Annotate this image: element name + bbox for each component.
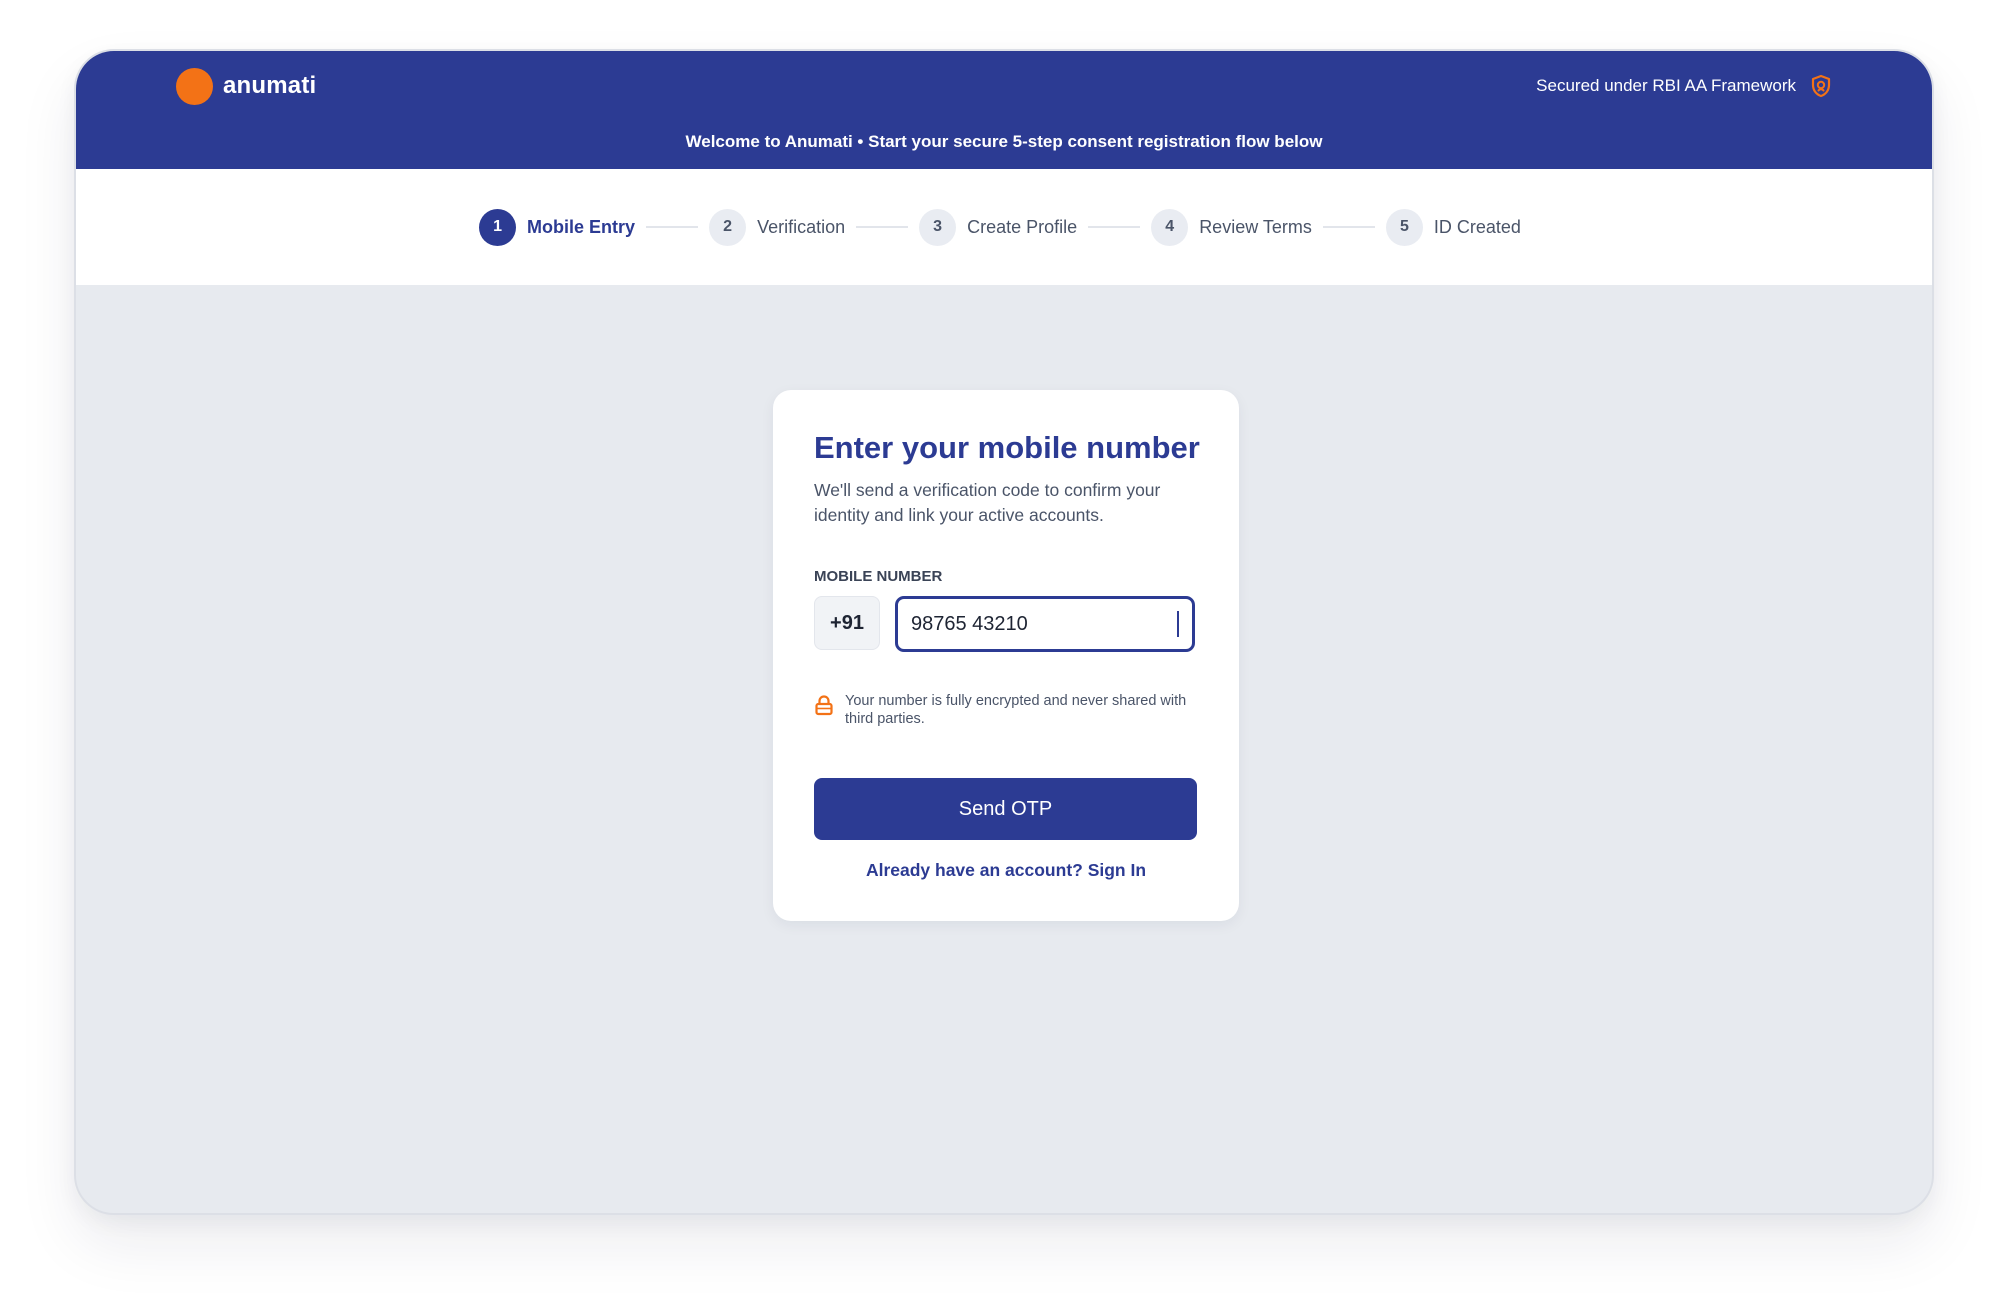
header-bar: anumati Secured under RBI AA Framework W… (76, 51, 1932, 169)
welcome-banner: Welcome to Anumati • Start your secure 5… (685, 132, 1323, 151)
security-badge: Secured under RBI AA Framework (1536, 71, 1832, 101)
lock-icon (815, 695, 833, 716)
step-number: 3 (919, 208, 957, 246)
step-number: 4 (1151, 208, 1189, 246)
step-connector (1088, 226, 1141, 228)
card-subtitle: We'll send a verification code to confir… (814, 480, 1161, 525)
card-title: Enter your mobile number (814, 430, 1200, 465)
step-create-profile: 3 Create Profile (919, 208, 1078, 246)
mobile-number-value: 98765 43210 (911, 612, 1028, 635)
step-id-created: 5 ID Created (1385, 208, 1521, 246)
step-verification: 2 Verification (709, 208, 846, 246)
step-label: Review Terms (1199, 216, 1312, 237)
text-caret (1177, 611, 1179, 637)
brand[interactable]: anumati (176, 67, 316, 105)
encryption-note-text: Your number is fully encrypted and never… (845, 693, 1187, 727)
security-text: Secured under RBI AA Framework (1536, 76, 1796, 95)
step-number: 2 (709, 208, 747, 246)
stepper: 1 Mobile Entry 2 Verification 3 Create P… (76, 169, 1928, 285)
sign-in-link[interactable]: Already have an account? Sign In (773, 860, 1239, 881)
brand-name: anumati (223, 72, 317, 99)
mobile-entry-card: Enter your mobile number We'll send a ve… (773, 390, 1239, 921)
step-number: 1 (479, 208, 517, 246)
mobile-number-label: MOBILE NUMBER (814, 568, 943, 585)
step-review-terms: 4 Review Terms (1151, 208, 1312, 246)
step-mobile-entry: 1 Mobile Entry (479, 208, 636, 246)
step-number: 5 (1385, 208, 1423, 246)
step-label: Create Profile (967, 216, 1078, 237)
step-connector (1322, 226, 1375, 228)
step-label: Verification (757, 216, 846, 237)
mobile-number-input[interactable]: 98765 43210 (895, 596, 1195, 652)
stepper-bar: 1 Mobile Entry 2 Verification 3 Create P… (76, 169, 1932, 285)
send-otp-button[interactable]: Send OTP (814, 778, 1197, 840)
step-label: ID Created (1433, 216, 1521, 237)
encryption-note: Your number is fully encrypted and never… (814, 692, 1195, 728)
step-connector (646, 226, 699, 228)
app-window: anumati Secured under RBI AA Framework W… (74, 49, 1934, 1215)
country-code-selector[interactable]: +91 (814, 596, 880, 650)
step-connector (856, 226, 909, 228)
step-label: Mobile Entry (527, 216, 636, 237)
brand-logo-icon (176, 67, 213, 105)
shield-icon (1811, 74, 1831, 98)
